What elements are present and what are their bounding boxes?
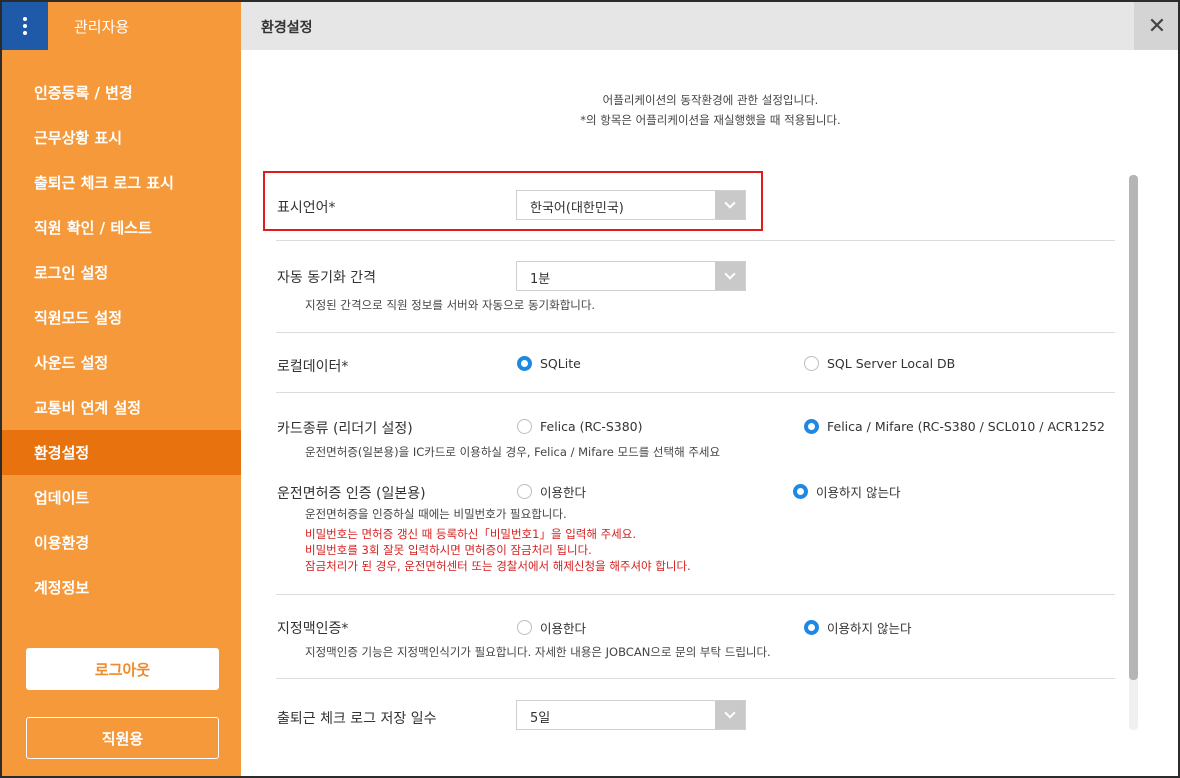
vein-label: 지정맥인증* bbox=[277, 621, 349, 637]
radio-on-icon bbox=[517, 356, 532, 371]
sidebar-item-environment[interactable]: 환경설정 bbox=[2, 430, 241, 475]
scrollbar[interactable] bbox=[1129, 175, 1138, 730]
vein-nouse-label: 이용하지 않는다 bbox=[827, 621, 912, 636]
kebab-menu-icon bbox=[23, 17, 27, 35]
radio-on-icon bbox=[793, 484, 808, 499]
radio-off-icon bbox=[517, 419, 532, 434]
intro-line-1: 어플리케이션의 동작환경에 관한 설정입니다. bbox=[602, 93, 819, 107]
language-label: 표시언어* bbox=[277, 200, 336, 216]
divider bbox=[276, 678, 1115, 679]
license-warning-2: 비밀번호를 3회 잘못 입력하시면 면허증이 잠금처리 됩니다. bbox=[305, 543, 592, 557]
chevron-down-icon bbox=[715, 262, 745, 290]
radio-on-icon bbox=[804, 419, 819, 434]
sidebar-item-transport[interactable]: 교통비 연계 설정 bbox=[2, 385, 241, 430]
divider bbox=[276, 240, 1115, 241]
vein-desc: 지정맥인증 기능은 지정맥인식기가 필요합니다. 자세한 내용은 JOBCAN으… bbox=[305, 645, 771, 659]
intro-text: 어플리케이션의 동작환경에 관한 설정입니다. *의 항목은 어플리케이션을 재… bbox=[241, 90, 1178, 130]
license-warning: 비밀번호는 면허증 갱신 때 등록하신「비밀번호1」을 입력해 주세요. 비밀번… bbox=[305, 526, 691, 574]
sidebar-item-update[interactable]: 업데이트 bbox=[2, 475, 241, 520]
page-title: 환경설정 bbox=[261, 20, 313, 36]
sidebar-item-work-status[interactable]: 근무상황 표시 bbox=[2, 115, 241, 160]
sidebar-item-account[interactable]: 계정정보 bbox=[2, 565, 241, 610]
vein-nouse-radio[interactable]: 이용하지 않는다 bbox=[804, 618, 911, 637]
card-label: 카드종류 (리더기 설정) bbox=[277, 421, 413, 437]
chevron-down-icon bbox=[715, 191, 745, 219]
sidebar-nav: 인증등록 / 변경 근무상황 표시 출퇴근 체크 로그 표시 직원 확인 / 테… bbox=[2, 70, 241, 610]
license-desc: 운전면허증을 인증하실 때에는 비밀번호가 필요합니다. bbox=[305, 507, 567, 521]
card-felica-mifare-label: Felica / Mifare (RC-S380 / SCL010 / ACR1… bbox=[827, 419, 1106, 434]
sidebar-title: 관리자용 bbox=[74, 18, 130, 36]
vein-use-radio[interactable]: 이용한다 bbox=[517, 618, 586, 637]
sidebar-item-staff-mode[interactable]: 직원모드 설정 bbox=[2, 295, 241, 340]
close-button[interactable]: ✕ bbox=[1134, 2, 1178, 50]
radio-on-icon bbox=[804, 620, 819, 635]
sidebar-item-usage-env[interactable]: 이용환경 bbox=[2, 520, 241, 565]
sidebar-item-checkin-log[interactable]: 출퇴근 체크 로그 표시 bbox=[2, 160, 241, 205]
radio-off-icon bbox=[804, 356, 819, 371]
logdays-select[interactable]: 5일 bbox=[516, 700, 746, 730]
card-felica-radio[interactable]: Felica (RC-S380) bbox=[517, 419, 643, 434]
logdays-label: 출퇴근 체크 로그 저장 일수 bbox=[277, 711, 437, 727]
sync-desc: 지정된 간격으로 직원 정보를 서버와 자동으로 동기화합니다. bbox=[305, 298, 596, 312]
license-nouse-radio[interactable]: 이용하지 않는다 bbox=[793, 482, 900, 501]
divider bbox=[276, 332, 1115, 333]
radio-off-icon bbox=[517, 620, 532, 635]
card-felica-mifare-radio[interactable]: Felica / Mifare (RC-S380 / SCL010 / ACR1… bbox=[804, 419, 1106, 434]
card-felica-label: Felica (RC-S380) bbox=[540, 419, 643, 434]
sidebar-item-sound[interactable]: 사운드 설정 bbox=[2, 340, 241, 385]
intro-line-2: *의 항목은 어플리케이션을 재실행했을 때 적용됩니다. bbox=[580, 113, 841, 127]
language-value: 한국어(대한민국) bbox=[530, 201, 624, 216]
menu-button[interactable] bbox=[2, 2, 48, 50]
main-panel: 환경설정 ✕ 어플리케이션의 동작환경에 관한 설정입니다. *의 항목은 어플… bbox=[241, 2, 1178, 776]
sidebar-item-auth-register[interactable]: 인증등록 / 변경 bbox=[2, 70, 241, 115]
scrollbar-thumb[interactable] bbox=[1129, 175, 1138, 680]
license-warning-1: 비밀번호는 면허증 갱신 때 등록하신「비밀번호1」을 입력해 주세요. bbox=[305, 527, 636, 541]
vein-use-label: 이용한다 bbox=[540, 621, 587, 636]
localdata-sqlserver-label: SQL Server Local DB bbox=[827, 356, 956, 371]
title-bar: 환경설정 ✕ bbox=[241, 2, 1178, 50]
app-window: 관리자용 인증등록 / 변경 근무상황 표시 출퇴근 체크 로그 표시 직원 확… bbox=[0, 0, 1180, 778]
sync-interval-select[interactable]: 1분 bbox=[516, 261, 746, 291]
localdata-sqlite-radio[interactable]: SQLite bbox=[517, 356, 581, 371]
chevron-down-icon bbox=[715, 701, 745, 729]
sync-interval-value: 1분 bbox=[530, 272, 551, 287]
license-use-radio[interactable]: 이용한다 bbox=[517, 482, 586, 501]
staff-mode-button[interactable]: 직원용 bbox=[26, 717, 219, 759]
localdata-sqlite-label: SQLite bbox=[540, 356, 581, 371]
sidebar: 관리자용 인증등록 / 변경 근무상황 표시 출퇴근 체크 로그 표시 직원 확… bbox=[2, 2, 241, 776]
logdays-value: 5일 bbox=[530, 711, 551, 726]
divider bbox=[276, 392, 1115, 393]
localdata-sqlserver-radio[interactable]: SQL Server Local DB bbox=[804, 356, 955, 371]
logout-button[interactable]: 로그아웃 bbox=[26, 648, 219, 690]
card-desc: 운전면허증(일본용)을 IC카드로 이용하실 경우, Felica / Mifa… bbox=[305, 445, 721, 459]
sidebar-item-staff-test[interactable]: 직원 확인 / 테스트 bbox=[2, 205, 241, 250]
localdata-label: 로컬데이터* bbox=[277, 359, 349, 375]
close-icon: ✕ bbox=[1147, 13, 1167, 39]
language-select[interactable]: 한국어(대한민국) bbox=[516, 190, 746, 220]
divider bbox=[276, 594, 1115, 595]
license-nouse-label: 이용하지 않는다 bbox=[816, 485, 901, 500]
sync-label: 자동 동기화 간격 bbox=[277, 270, 377, 286]
radio-off-icon bbox=[517, 484, 532, 499]
sidebar-item-login-settings[interactable]: 로그인 설정 bbox=[2, 250, 241, 295]
license-use-label: 이용한다 bbox=[540, 485, 587, 500]
license-label: 운전면허증 인증 (일본용) bbox=[277, 486, 426, 502]
license-warning-3: 잠금처리가 된 경우, 운전면허센터 또는 경찰서에서 해제신청을 해주셔야 합… bbox=[305, 559, 691, 573]
sidebar-header: 관리자용 bbox=[2, 2, 241, 50]
